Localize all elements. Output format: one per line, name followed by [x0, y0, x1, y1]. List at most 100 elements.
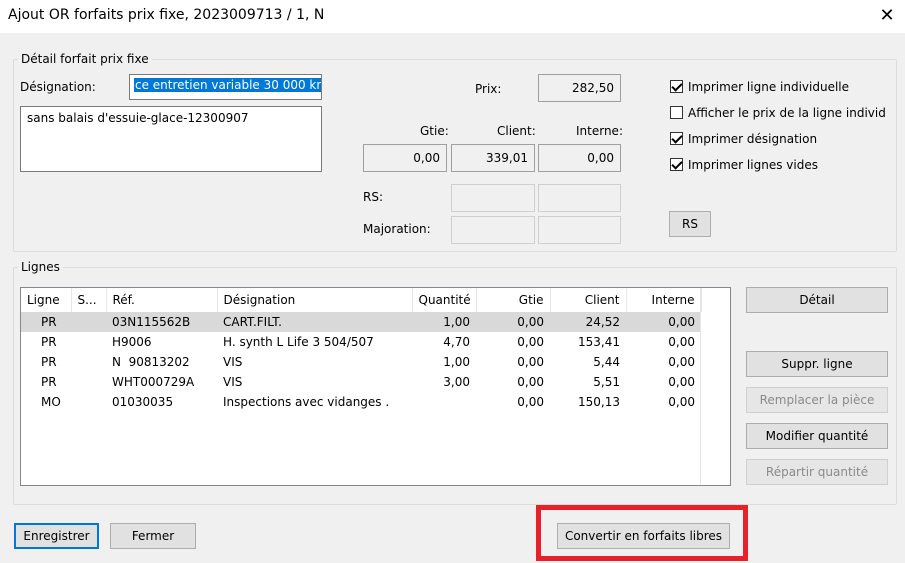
col-header-gtie[interactable]: Gtie [476, 288, 551, 312]
col-header-ligne[interactable]: Ligne [21, 288, 72, 312]
option-imprimer-designation[interactable]: Imprimer désignation [670, 132, 885, 146]
cell-quantite: 4,70 [443, 335, 470, 349]
rs-client-field [451, 184, 535, 212]
table-row[interactable]: MO 01030035 Inspections avec vidanges . … [21, 392, 701, 412]
lignes-legend: Lignes [21, 260, 60, 274]
rs-interne-field [538, 184, 621, 212]
col-header-ref[interactable]: Réf. [106, 288, 218, 312]
checkbox-checked-icon [670, 80, 683, 93]
cell-quantite: 1,00 [443, 355, 470, 369]
client-field: 339,01 [451, 144, 535, 172]
detail-button[interactable]: Détail [746, 287, 888, 313]
client-column-label: Client: [497, 124, 536, 138]
close-icon[interactable]: ✕ [872, 3, 902, 29]
designation-input-text: ce entretien variable 30 000 km [134, 78, 321, 92]
cell-ligne: MO [41, 395, 61, 409]
remplacer-piece-button[interactable]: Remplacer la pièce [746, 387, 888, 413]
designation-label: Désignation: [20, 80, 96, 94]
cell-designation: VIS [223, 355, 243, 369]
modifier-quantite-button[interactable]: Modifier quantité [746, 423, 888, 449]
cell-designation: VIS [223, 375, 243, 389]
prix-field: 282,50 [538, 74, 621, 102]
cell-s [71, 392, 106, 412]
cell-client: 24,52 [550, 312, 626, 332]
majoration-interne-field [538, 216, 621, 244]
cell-ligne: PR [41, 355, 57, 369]
cell-gtie: 0,00 [517, 355, 544, 369]
cell-gtie: 0,00 [517, 335, 544, 349]
option-label: Imprimer désignation [688, 132, 818, 146]
cell-s [71, 312, 106, 332]
table-header: Ligne S... Réf. Désignation Quantité Gti… [21, 288, 702, 312]
rs-button[interactable]: RS [669, 211, 711, 237]
cell-client: 150,13 [578, 395, 620, 409]
enregistrer-button[interactable]: Enregistrer [14, 523, 99, 549]
cell-client: 5,51 [593, 375, 620, 389]
interne-column-label: Interne: [576, 124, 623, 138]
table-row[interactable]: PR WHT000729A VIS 3,00 0,00 5,51 0,00 [21, 372, 701, 392]
cell-ref: 01030035 [112, 395, 174, 409]
col-header-s[interactable]: S... [71, 288, 107, 312]
lines-grid: Ligne S... Réf. Désignation Quantité Gti… [21, 288, 702, 412]
option-afficher-prix-ligne-individuelle[interactable]: Afficher le prix de la ligne individuell… [670, 106, 885, 120]
cell-gtie: 0,00 [476, 312, 550, 332]
cell-ref: WHT000729A [112, 375, 195, 389]
fermer-button[interactable]: Fermer [110, 523, 196, 549]
highlight-annotation-frame [536, 505, 748, 561]
designation-input[interactable]: ce entretien variable 30 000 km [129, 74, 322, 100]
detail-legend: Détail forfait prix fixe [21, 52, 149, 66]
option-label: Afficher le prix de la ligne individuell… [688, 106, 885, 120]
description-textarea[interactable]: sans balais d'essuie-glace-12300907 [20, 106, 322, 172]
cell-client: 153,41 [578, 335, 620, 349]
cell-interne: 0,00 [668, 375, 695, 389]
cell-client: 5,44 [593, 355, 620, 369]
option-imprimer-lignes-vides[interactable]: Imprimer lignes vides [670, 158, 885, 172]
cell-designation: CART.FILT. [217, 312, 412, 332]
cell-ref: N 90813202 [112, 355, 190, 369]
cell-ref: H9006 [112, 335, 152, 349]
suppr-ligne-button[interactable]: Suppr. ligne [746, 351, 888, 377]
window-title: Ajout OR forfaits prix fixe, 2023009713 … [8, 7, 325, 23]
cell-interne: 0,00 [668, 335, 695, 349]
cell-s [71, 372, 106, 392]
col-header-interne[interactable]: Interne [626, 288, 702, 312]
cell-ligne: PR [41, 375, 57, 389]
cell-quantite: 3,00 [443, 375, 470, 389]
cell-interne: 0,00 [668, 355, 695, 369]
prix-label: Prix: [475, 82, 502, 96]
option-label: Imprimer lignes vides [688, 158, 818, 172]
option-label: Imprimer ligne individuelle [688, 80, 850, 94]
rs-label: RS: [363, 190, 383, 204]
cell-gtie: 0,00 [517, 375, 544, 389]
checkbox-unchecked-icon [670, 106, 683, 119]
majoration-label: Majoration: [363, 222, 431, 236]
cell-interne: 0,00 [626, 312, 701, 332]
lines-table[interactable]: Ligne S... Réf. Désignation Quantité Gti… [20, 287, 731, 486]
checkbox-checked-icon [670, 158, 683, 171]
interne-field: 0,00 [538, 144, 621, 172]
cell-ligne: PR [41, 335, 57, 349]
cell-interne: 0,00 [668, 395, 695, 409]
table-row[interactable]: PR H9006 H. synth L Life 3 504/507 4,70 … [21, 332, 701, 352]
cell-gtie: 0,00 [517, 395, 544, 409]
col-header-quantite[interactable]: Quantité [412, 288, 477, 312]
table-row[interactable]: PR 03N115562B CART.FILT. 1,00 0,00 24,52… [21, 312, 701, 332]
gtie-field: 0,00 [363, 144, 447, 172]
cell-quantite: 1,00 [412, 312, 476, 332]
cell-s [71, 352, 106, 372]
option-imprimer-ligne-individuelle[interactable]: Imprimer ligne individuelle [670, 80, 885, 94]
table-row[interactable]: PR N 90813202 VIS 1,00 0,00 5,44 0,00 [21, 352, 701, 372]
cell-designation: H. synth L Life 3 504/507 [223, 335, 374, 349]
cell-s [71, 332, 106, 352]
gtie-column-label: Gtie: [420, 124, 449, 138]
cell-designation: Inspections avec vidanges . [223, 395, 390, 409]
cell-ref: 03N115562B [106, 312, 217, 332]
column-end-divider [700, 288, 701, 485]
majoration-client-field [451, 216, 535, 244]
checkbox-checked-icon [670, 132, 683, 145]
cell-quantite [412, 392, 476, 412]
col-header-designation[interactable]: Désignation [217, 288, 413, 312]
cell-ligne: PR [21, 312, 71, 332]
repartir-quantite-button[interactable]: Répartir quantité [746, 459, 888, 485]
col-header-client[interactable]: Client [550, 288, 627, 312]
